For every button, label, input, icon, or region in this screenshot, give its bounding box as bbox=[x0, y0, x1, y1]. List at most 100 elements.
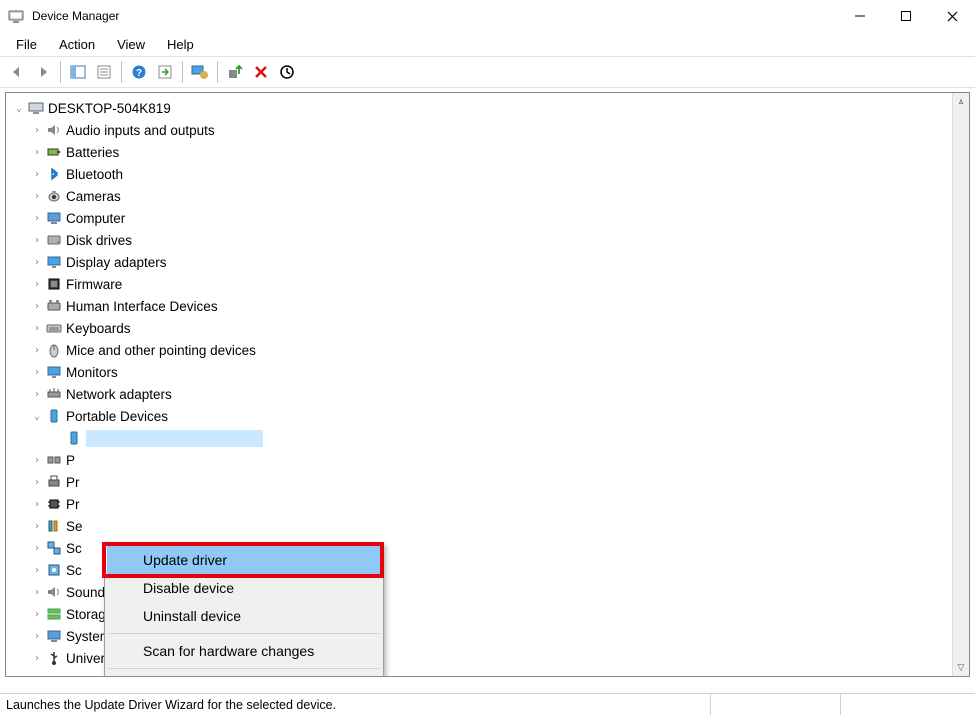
scan-hardware-button[interactable] bbox=[274, 60, 300, 84]
expander-icon[interactable]: › bbox=[30, 565, 44, 576]
expander-icon[interactable]: › bbox=[30, 653, 44, 664]
tree-category[interactable]: › Audio inputs and outputs bbox=[8, 119, 967, 141]
tree-category-label: P bbox=[66, 453, 75, 468]
expander-icon[interactable]: › bbox=[30, 499, 44, 510]
maximize-button[interactable] bbox=[883, 0, 929, 32]
show-hide-tree-button[interactable] bbox=[65, 60, 91, 84]
tree-category-label: Disk drives bbox=[66, 233, 132, 248]
tree-category-label: Mice and other pointing devices bbox=[66, 343, 256, 358]
tree-root[interactable]: ⌄ DESKTOP-504K819 bbox=[8, 97, 967, 119]
scroll-down-arrow[interactable]: ▽ bbox=[953, 659, 969, 676]
titlebar: Device Manager bbox=[0, 0, 975, 32]
expander-icon[interactable]: › bbox=[30, 213, 44, 224]
print-icon bbox=[46, 474, 62, 490]
tree-category[interactable]: ›Monitors bbox=[8, 361, 967, 383]
uninstall-device-button[interactable] bbox=[248, 60, 274, 84]
expander-icon[interactable]: › bbox=[30, 345, 44, 356]
expander-icon[interactable]: › bbox=[30, 279, 44, 290]
properties-button[interactable] bbox=[91, 60, 117, 84]
action-button[interactable] bbox=[152, 60, 178, 84]
tree-device-label bbox=[86, 430, 263, 447]
expander-icon[interactable]: › bbox=[30, 609, 44, 620]
expander-icon[interactable]: ⌄ bbox=[30, 411, 44, 422]
tree-category-label: Se bbox=[66, 519, 83, 534]
expander-icon[interactable]: › bbox=[30, 257, 44, 268]
speaker-icon bbox=[46, 122, 62, 138]
tree-category[interactable]: › Mice and other pointing devices bbox=[8, 339, 967, 361]
tree-category[interactable]: ›Cameras bbox=[8, 185, 967, 207]
context-menu-uninstall-device[interactable]: Uninstall device bbox=[107, 602, 381, 630]
tree-category-label: Firmware bbox=[66, 277, 122, 292]
tree-category[interactable]: › Pr bbox=[8, 471, 967, 493]
svg-text:?: ? bbox=[136, 68, 142, 79]
portable-icon bbox=[66, 430, 82, 446]
software-components-icon bbox=[46, 540, 62, 556]
expander-icon[interactable]: › bbox=[30, 389, 44, 400]
tree-category-label: Audio inputs and outputs bbox=[66, 123, 215, 138]
window-title: Device Manager bbox=[32, 9, 837, 23]
tree-category[interactable]: › Human Interface Devices bbox=[8, 295, 967, 317]
expander-icon[interactable]: › bbox=[30, 543, 44, 554]
tree-category[interactable]: › Disk drives bbox=[8, 229, 967, 251]
tree-category-label: Pr bbox=[66, 475, 80, 490]
storage-icon bbox=[46, 606, 62, 622]
expander-icon[interactable]: ⌄ bbox=[12, 103, 26, 114]
close-button[interactable] bbox=[929, 0, 975, 32]
processor-icon bbox=[46, 496, 62, 512]
context-menu-disable-device[interactable]: Disable device bbox=[107, 574, 381, 602]
menu-view[interactable]: View bbox=[107, 35, 155, 54]
tree-category[interactable]: ›Batteries bbox=[8, 141, 967, 163]
nav-back-button[interactable] bbox=[4, 60, 30, 84]
statusbar: Launches the Update Driver Wizard for th… bbox=[0, 693, 975, 715]
expander-icon[interactable]: › bbox=[30, 455, 44, 466]
computer-icon bbox=[46, 210, 62, 226]
tree-category[interactable]: ›P bbox=[8, 449, 967, 471]
expander-icon[interactable]: › bbox=[30, 301, 44, 312]
expander-icon[interactable]: › bbox=[30, 125, 44, 136]
expander-icon[interactable]: › bbox=[30, 587, 44, 598]
expander-icon[interactable]: › bbox=[30, 323, 44, 334]
tree-category[interactable]: › Keyboards bbox=[8, 317, 967, 339]
menubar: File Action View Help bbox=[0, 32, 975, 56]
context-menu-scan-hardware[interactable]: Scan for hardware changes bbox=[107, 637, 381, 665]
tree-category[interactable]: › Firmware bbox=[8, 273, 967, 295]
tree-category[interactable]: ›Computer bbox=[8, 207, 967, 229]
software-devices-icon bbox=[46, 562, 62, 578]
nav-forward-button[interactable] bbox=[30, 60, 56, 84]
menu-help[interactable]: Help bbox=[157, 35, 204, 54]
computer-icon bbox=[28, 100, 44, 116]
context-menu-separator bbox=[109, 668, 379, 669]
expander-icon[interactable]: › bbox=[30, 169, 44, 180]
context-menu-properties[interactable]: Properties bbox=[107, 672, 381, 677]
tree-category-label: Human Interface Devices bbox=[66, 299, 218, 314]
bluetooth-icon bbox=[46, 166, 62, 182]
disk-icon bbox=[46, 232, 62, 248]
expander-icon[interactable]: › bbox=[30, 521, 44, 532]
vertical-scrollbar[interactable]: ㅿ ▽ bbox=[952, 93, 969, 676]
menu-file[interactable]: File bbox=[6, 35, 47, 54]
tree-category[interactable]: ›Pr bbox=[8, 493, 967, 515]
context-menu-update-driver[interactable]: Update driver bbox=[107, 546, 381, 574]
update-driver-button[interactable] bbox=[187, 60, 213, 84]
minimize-button[interactable] bbox=[837, 0, 883, 32]
expander-icon[interactable]: › bbox=[30, 235, 44, 246]
tree-device[interactable] bbox=[8, 427, 967, 449]
tree-category-label: Keyboards bbox=[66, 321, 131, 336]
battery-icon bbox=[46, 144, 62, 160]
expander-icon[interactable]: › bbox=[30, 631, 44, 642]
expander-icon[interactable]: › bbox=[30, 367, 44, 378]
scroll-up-arrow[interactable]: ㅿ bbox=[953, 93, 969, 110]
tree-category[interactable]: ›Bluetooth bbox=[8, 163, 967, 185]
tree-category[interactable]: › Se bbox=[8, 515, 967, 537]
tree-category[interactable]: ›Network adapters bbox=[8, 383, 967, 405]
enable-device-button[interactable] bbox=[222, 60, 248, 84]
expander-icon[interactable]: › bbox=[30, 147, 44, 158]
help-button[interactable]: ? bbox=[126, 60, 152, 84]
tree-category[interactable]: ›Display adapters bbox=[8, 251, 967, 273]
tree-category-label: Portable Devices bbox=[66, 409, 168, 424]
sound-icon bbox=[46, 584, 62, 600]
menu-action[interactable]: Action bbox=[49, 35, 105, 54]
expander-icon[interactable]: › bbox=[30, 191, 44, 202]
tree-category[interactable]: ⌄ Portable Devices bbox=[8, 405, 967, 427]
expander-icon[interactable]: › bbox=[30, 477, 44, 488]
